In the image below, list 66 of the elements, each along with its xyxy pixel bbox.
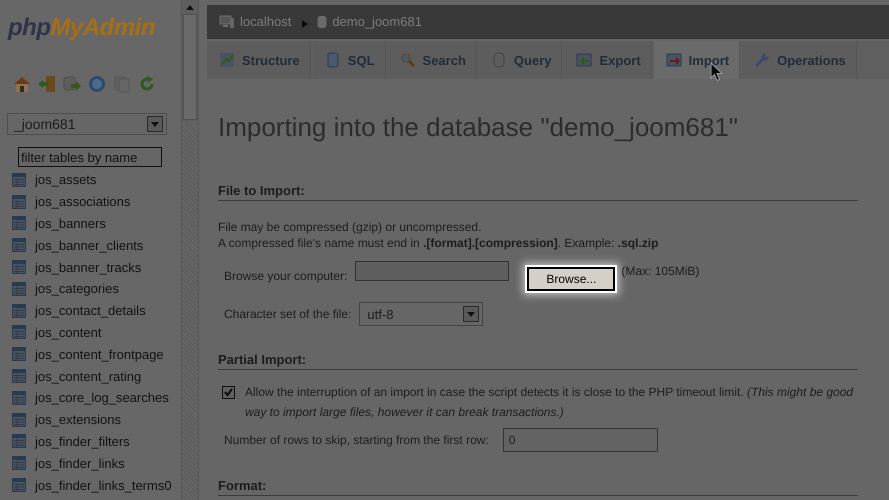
- filter-field[interactable]: filter tables by name: [18, 147, 162, 167]
- charset-select[interactable]: utf-8: [359, 302, 484, 326]
- table-icon[interactable]: [12, 347, 26, 362]
- server-icon: [219, 14, 235, 28]
- table-link[interactable]: jos_banners: [35, 216, 106, 231]
- table-icon[interactable]: [12, 304, 26, 318]
- table-link[interactable]: jos_finder_links: [35, 456, 125, 471]
- table-link[interactable]: jos_core_log_searches: [35, 390, 169, 406]
- table-link[interactable]: jos_content: [35, 324, 102, 340]
- help-icon[interactable]: [87, 75, 107, 93]
- logo[interactable]: phpMyAdmin: [8, 14, 155, 42]
- field-label: Number of rows to skip, starting from the first row:: [224, 433, 489, 447]
- breadcrumb-link[interactable]: localhost: [240, 14, 292, 29]
- table-icon[interactable]: [12, 172, 26, 187]
- scrollbar-thumb[interactable]: [183, 14, 197, 120]
- checkbox-label: Allow the interruption of an import in case the script detects it is close to the PHP timeout limit. (This might be good way to import large files, however it can break transactions.): [245, 384, 854, 421]
- section-heading: File to Import:: [218, 183, 858, 201]
- table-link[interactable]: jos_content_frontpage: [35, 346, 164, 362]
- table-icon[interactable]: [12, 412, 26, 427]
- page-title: Importing into the database "demo_joom681": [218, 112, 740, 143]
- note-text: File may be compressed (gzip) or uncompressed.: [218, 219, 482, 235]
- table-link[interactable]: jos_assets: [35, 172, 96, 188]
- tab[interactable]: Import: [654, 41, 740, 79]
- note-text: A compressed file's name must end in .[format].[compression]. Example: .sql.zip: [218, 235, 660, 251]
- table-link[interactable]: jos_content_rating: [35, 368, 142, 384]
- field-label: Browse your computer:: [224, 269, 348, 283]
- table-link[interactable]: jos_banner_tracks: [35, 260, 142, 275]
- table-link[interactable]: jos_banner_clients: [35, 238, 144, 253]
- field-label: Character set of the file:: [224, 307, 352, 321]
- breadcrumb-link[interactable]: demo_joom681: [332, 14, 422, 29]
- table-icon[interactable]: [12, 238, 26, 252]
- table-icon[interactable]: [12, 194, 26, 209]
- door-icon[interactable]: [37, 75, 57, 93]
- database-arrow-icon[interactable]: [62, 75, 82, 93]
- table-icon[interactable]: [12, 325, 26, 340]
- table-link[interactable]: jos_finder_filters: [35, 434, 130, 449]
- database-icon: [490, 52, 507, 68]
- table-icon[interactable]: [12, 478, 26, 492]
- table-link[interactable]: jos_associations: [35, 194, 130, 210]
- rows-field[interactable]: 0: [502, 428, 658, 452]
- table-icon[interactable]: [12, 434, 26, 448]
- table-icon[interactable]: [12, 216, 26, 230]
- home-icon[interactable]: [12, 75, 32, 93]
- section-heading: Format:: [218, 478, 858, 496]
- structure-icon: [219, 52, 235, 68]
- table-link[interactable]: jos_extensions: [35, 412, 121, 428]
- size-limit-text: (Max: 105MiB): [621, 264, 700, 278]
- file-field[interactable]: [355, 261, 510, 281]
- search-icon: [400, 52, 416, 68]
- table-icon[interactable]: [12, 456, 26, 470]
- table-link[interactable]: jos_categories: [35, 281, 119, 296]
- section-heading: Partial Import:: [218, 352, 858, 370]
- arrow-right-icon: [302, 20, 308, 28]
- scroll-icon: [324, 52, 341, 68]
- table-icon[interactable]: [12, 390, 26, 405]
- checkmark-icon: [224, 388, 233, 397]
- table-link[interactable]: jos_contact_details: [35, 303, 146, 318]
- table-icon[interactable]: [12, 282, 26, 296]
- database-select[interactable]: _joom681: [7, 113, 167, 135]
- table-icon[interactable]: [12, 260, 26, 274]
- table-icon[interactable]: [12, 369, 26, 384]
- wrench-icon: [754, 52, 770, 68]
- database-icon: [317, 14, 328, 28]
- table-link[interactable]: jos_finder_links_terms0: [35, 478, 172, 493]
- checkbox[interactable]: [222, 386, 235, 399]
- browse-button[interactable]: Browse...: [527, 267, 616, 291]
